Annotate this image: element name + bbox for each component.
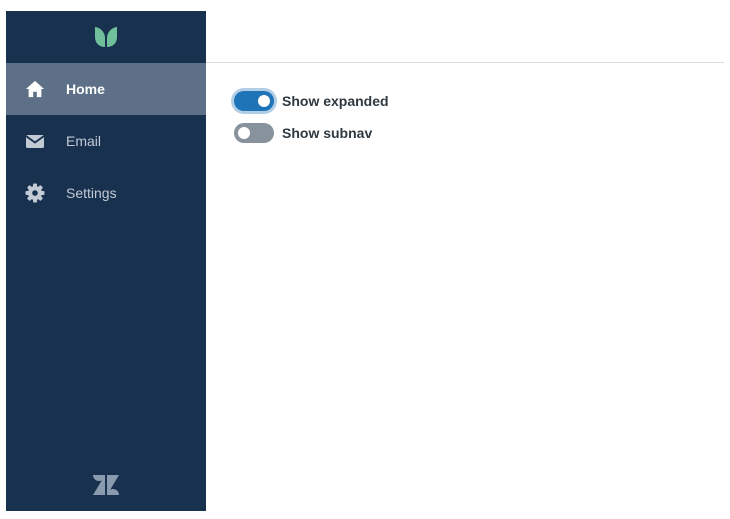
- app-frame: Home Email Settings Show expanded Show s…: [6, 11, 724, 511]
- nav-item-label: Home: [66, 81, 105, 97]
- nav-item-email[interactable]: Email: [6, 115, 206, 167]
- zendesk-logo-icon: [93, 475, 119, 495]
- nav-item-home[interactable]: Home: [6, 63, 206, 115]
- toggle-knob: [238, 127, 250, 139]
- toggle-knob: [258, 95, 270, 107]
- envelope-icon: [25, 131, 45, 151]
- zendesk-logo[interactable]: [6, 459, 206, 511]
- nav-item-settings[interactable]: Settings: [6, 167, 206, 219]
- main-content: Show expanded Show subnav: [206, 63, 724, 511]
- gear-icon: [25, 183, 45, 203]
- nav-item-label: Settings: [66, 185, 117, 201]
- sidebar-nav: Home Email Settings: [6, 11, 206, 511]
- show-expanded-toggle[interactable]: Show expanded: [234, 91, 389, 111]
- toggle-label: Show expanded: [282, 93, 389, 109]
- page-header: [206, 11, 724, 63]
- toggle-switch-on[interactable]: [234, 91, 274, 111]
- show-subnav-toggle[interactable]: Show subnav: [234, 123, 372, 143]
- toggle-switch-off[interactable]: [234, 123, 274, 143]
- home-icon: [25, 79, 45, 99]
- leaf-product-icon: [95, 27, 117, 47]
- toggle-label: Show subnav: [282, 125, 373, 141]
- brand-logo[interactable]: [6, 11, 206, 63]
- nav-item-label: Email: [66, 133, 102, 149]
